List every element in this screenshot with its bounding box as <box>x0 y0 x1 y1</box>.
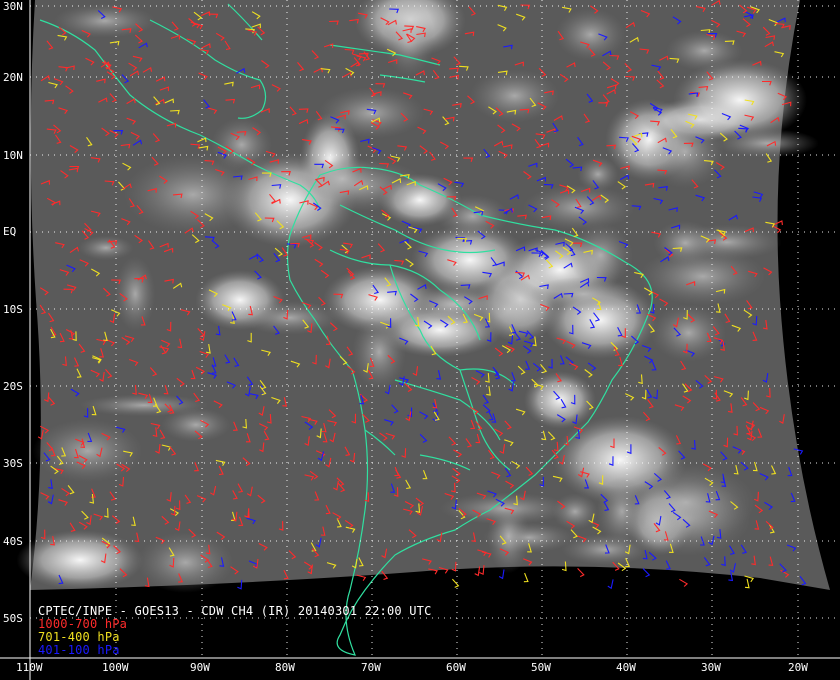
cloud <box>666 30 743 72</box>
cloud <box>137 532 234 593</box>
cloud <box>616 463 756 541</box>
lon-label-100w: 100W <box>102 661 129 674</box>
map-title: CPTEC/INPE - GOES13 - CDW CH4 (IR) 20140… <box>38 604 432 618</box>
cloud <box>123 154 263 235</box>
cloud <box>238 300 341 335</box>
lon-label-40w: 40W <box>616 661 636 674</box>
cloud <box>16 530 144 590</box>
cloud <box>522 184 636 231</box>
cloud <box>303 156 381 202</box>
lon-label-20w: 20W <box>788 661 808 674</box>
cloud <box>469 69 560 123</box>
cloud <box>396 282 513 325</box>
cloud <box>715 128 819 158</box>
cloud <box>555 8 626 61</box>
cloud <box>653 220 717 266</box>
cloud <box>78 235 134 261</box>
lon-label-70w: 70W <box>361 661 381 674</box>
lon-label-90w: 90W <box>190 661 210 674</box>
lat-label-50s: 50S <box>3 612 23 625</box>
lat-label-20n: 20N <box>3 71 23 84</box>
satellite-wind-map <box>0 0 840 680</box>
lat-label-30s: 30S <box>3 457 23 470</box>
legend-high-level: 401-100 hPa <box>38 643 120 657</box>
lat-label-30n: 30N <box>3 0 23 13</box>
legend-low-level: 1000-700 hPa <box>38 617 128 631</box>
lon-label-110w: 110W <box>16 661 43 674</box>
cloud <box>561 534 650 566</box>
cloud <box>352 314 407 390</box>
lat-label-10s: 10S <box>3 303 23 316</box>
lat-label-10n: 10N <box>3 149 23 162</box>
cloud <box>646 114 724 189</box>
legend-mid-level: 701-400 hPa <box>38 630 120 644</box>
lon-label-60w: 60W <box>446 661 466 674</box>
lon-label-50w: 50W <box>531 661 551 674</box>
lat-label-40s: 40S <box>3 535 23 548</box>
cloud <box>651 304 727 362</box>
lat-label-20s: 20S <box>3 380 23 393</box>
lon-label-30w: 30W <box>701 661 721 674</box>
lon-label-80w: 80W <box>275 661 295 674</box>
lat-label-eq: EQ <box>3 225 17 238</box>
